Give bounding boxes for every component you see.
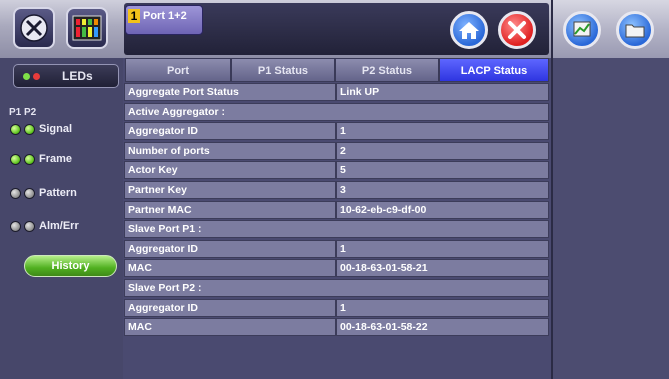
row-label: Partner MAC [124, 200, 336, 219]
row-value: 1 [336, 239, 549, 258]
tools-icon [20, 14, 48, 42]
app-screen: 1 Port 1+2 LEDs P1 P2 Signal Frame Patte… [0, 0, 669, 379]
port-header: P1 P2 [9, 107, 37, 118]
led-label: Alm/Err [39, 220, 79, 232]
section-header-row: Slave Port P2 : [124, 279, 549, 297]
led-p1-icon [10, 221, 21, 232]
row-label: Partner Key [124, 181, 336, 199]
close-icon [508, 21, 526, 39]
port-tab-number: 1 [128, 9, 140, 23]
row-value: 3 [336, 181, 549, 199]
row-label: Aggregator ID [124, 298, 336, 317]
row-value: 1 [336, 122, 549, 141]
row-label: MAC [124, 318, 336, 337]
table-row: Number of ports 2 [124, 141, 549, 160]
row-label: Actor Key [124, 161, 336, 180]
folder-button[interactable] [616, 11, 654, 49]
equalizer-button[interactable] [66, 7, 108, 49]
status-tabs: Port P1 Status P2 Status LACP Status [125, 58, 549, 82]
row-value: Link UP [336, 83, 549, 101]
leds-button[interactable]: LEDs [13, 64, 119, 88]
led-panel: LEDs P1 P2 Signal Frame Pattern Alm/Err … [0, 58, 123, 379]
led-p1-icon [10, 188, 21, 199]
row-label: Aggregate Port Status [124, 83, 336, 101]
row-value: 00-18-63-01-58-21 [336, 259, 549, 278]
folder-icon [625, 24, 645, 38]
row-label: MAC [124, 259, 336, 278]
table-row: Partner Key 3 [124, 181, 549, 199]
section-label: Slave Port P1 : [124, 220, 549, 239]
row-value: 10-62-eb-c9-df-00 [336, 200, 549, 219]
table-row: Aggregate Port Status Link UP [124, 83, 549, 101]
led-p2-icon [24, 154, 35, 165]
led-indicator-red [33, 73, 40, 80]
tab-port[interactable]: Port [125, 58, 231, 82]
led-p2-icon [24, 124, 35, 135]
row-value: 00-18-63-01-58-22 [336, 318, 549, 337]
history-button[interactable]: History [24, 255, 117, 277]
led-p2-icon [24, 221, 35, 232]
port-tab[interactable]: 1 Port 1+2 [125, 5, 203, 35]
table-row: Aggregator ID 1 [124, 298, 549, 317]
row-label: Aggregator ID [124, 122, 336, 141]
led-p1-icon [10, 154, 21, 165]
led-label: Pattern [39, 187, 77, 199]
equalizer-icon [72, 15, 102, 41]
port-tab-label: Port 1+2 [143, 10, 187, 22]
row-value: 5 [336, 161, 549, 180]
led-label: Frame [39, 153, 73, 165]
table-row: MAC 00-18-63-01-58-22 [124, 318, 549, 337]
tab-p1-status[interactable]: P1 Status [231, 58, 335, 82]
section-label: Slave Port P2 : [124, 279, 549, 297]
led-label: Signal [39, 123, 73, 135]
graph-icon [573, 21, 591, 37]
close-button[interactable] [498, 11, 536, 49]
table-row: Aggregator ID 1 [124, 122, 549, 141]
row-label: Aggregator ID [124, 239, 336, 258]
table-row: MAC 00-18-63-01-58-21 [124, 259, 549, 278]
section-header-row: Active Aggregator : [124, 102, 549, 121]
leds-label: LEDs [62, 69, 93, 83]
row-value: 2 [336, 141, 549, 160]
table-row: Aggregator ID 1 [124, 239, 549, 258]
led-indicator-green [23, 73, 30, 80]
home-button[interactable] [450, 11, 488, 49]
right-toolbar [551, 0, 669, 58]
home-icon [459, 22, 479, 39]
graph-button[interactable] [563, 11, 601, 49]
tab-lacp-status[interactable]: LACP Status [439, 58, 549, 82]
row-value: 1 [336, 298, 549, 317]
section-header-row: Slave Port P1 : [124, 220, 549, 239]
table-row: Actor Key 5 [124, 161, 549, 180]
right-panel [551, 58, 669, 379]
section-label: Active Aggregator : [124, 102, 549, 121]
top-toolbar: 1 Port 1+2 [0, 0, 669, 58]
tools-button[interactable] [13, 7, 55, 49]
led-p1-icon [10, 124, 21, 135]
led-p2-icon [24, 188, 35, 199]
table-row: Partner MAC 10-62-eb-c9-df-00 [124, 200, 549, 219]
row-label: Number of ports [124, 141, 336, 160]
tab-p2-status[interactable]: P2 Status [335, 58, 439, 82]
